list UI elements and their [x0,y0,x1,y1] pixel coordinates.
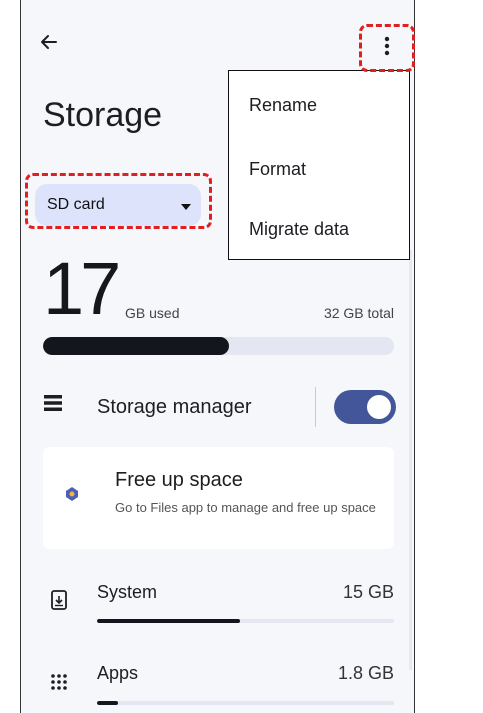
more-vert-icon [384,36,390,56]
category-size: 1.8 GB [337,663,394,683]
divider [315,387,316,427]
category-usage-bar [97,619,394,623]
back-arrow-icon [41,35,57,49]
scrollbar[interactable] [409,250,412,670]
storage-manager-label: Storage manager [97,396,252,418]
system-update-icon [51,590,67,610]
total-storage-label: 32 GB total [323,305,394,321]
category-usage-bar [97,701,394,705]
menu-item-migrate-data[interactable]: Migrate data [229,199,409,259]
storage-manager-toggle[interactable] [334,390,396,424]
more-options-button[interactable] [373,26,401,66]
category-size: 15 GB [342,582,394,602]
dropdown-caret-icon [181,204,191,210]
storage-usage-fill [43,337,230,355]
apps-grid-icon [51,674,67,690]
menu-item-rename[interactable]: Rename [229,75,409,135]
category-label: Apps [97,663,139,683]
menu-item-format[interactable]: Format [229,139,409,199]
category-label: System [97,582,158,602]
dropdown-selected-value: SD card [47,196,105,213]
toggle-knob [367,395,391,419]
category-usage-fill [97,619,240,623]
storage-usage-bar [43,337,394,355]
category-usage-fill [97,701,118,705]
free-up-space-title: Free up space [115,469,243,491]
page-title: Storage [43,96,163,134]
used-storage-value: 17 [43,247,121,330]
storage-list-icon [44,395,62,411]
back-button[interactable] [35,28,63,56]
overflow-menu: Rename Format Migrate data [228,70,410,260]
free-up-space-description: Go to Files app to manage and free up sp… [115,500,376,515]
free-up-space-card[interactable]: Free up space Go to Files app to manage … [43,447,394,549]
files-app-icon [66,487,78,501]
storage-volume-dropdown[interactable]: SD card [35,184,201,226]
used-storage-unit: GB used [125,305,180,321]
